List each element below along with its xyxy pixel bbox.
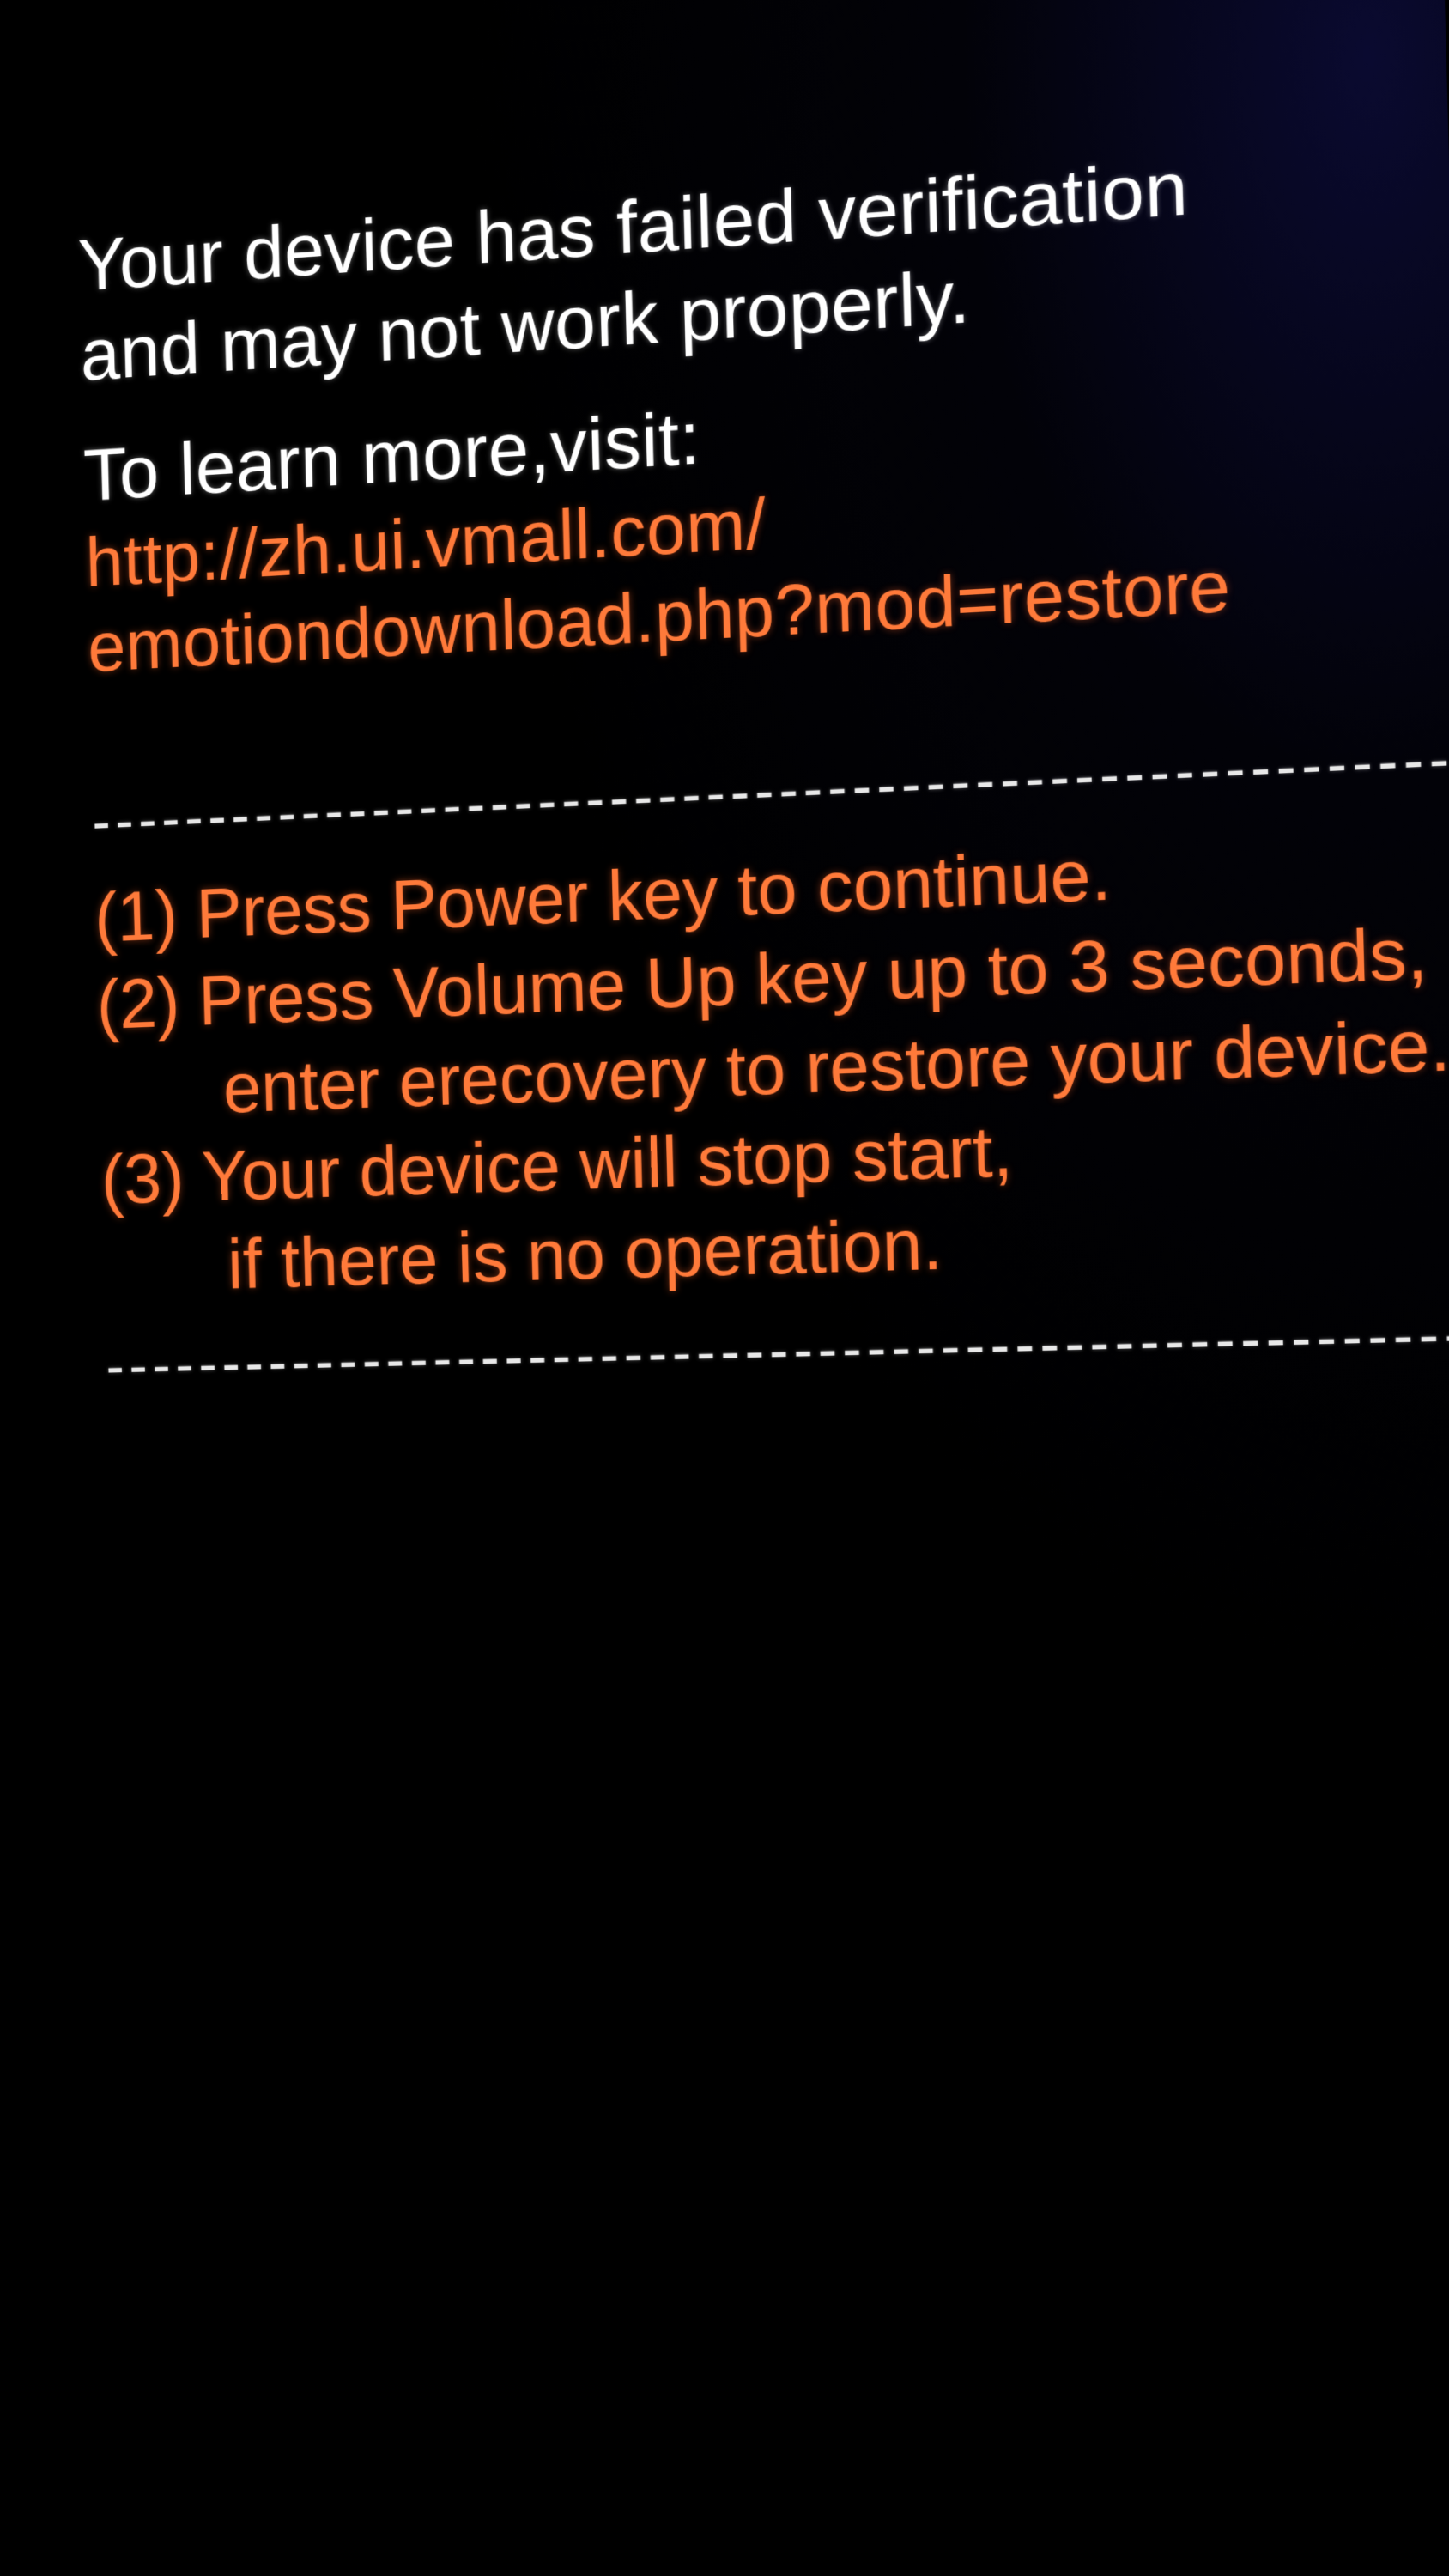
bootloader-screen: Your device has failed verification and …	[0, 0, 1449, 2576]
bootloader-content: Your device has failed verification and …	[77, 122, 1449, 1394]
divider-bottom: ----------------------------------------…	[106, 1301, 1449, 1394]
instructions-block: (1) Press Power key to continue. (2) Pre…	[94, 813, 1449, 1312]
